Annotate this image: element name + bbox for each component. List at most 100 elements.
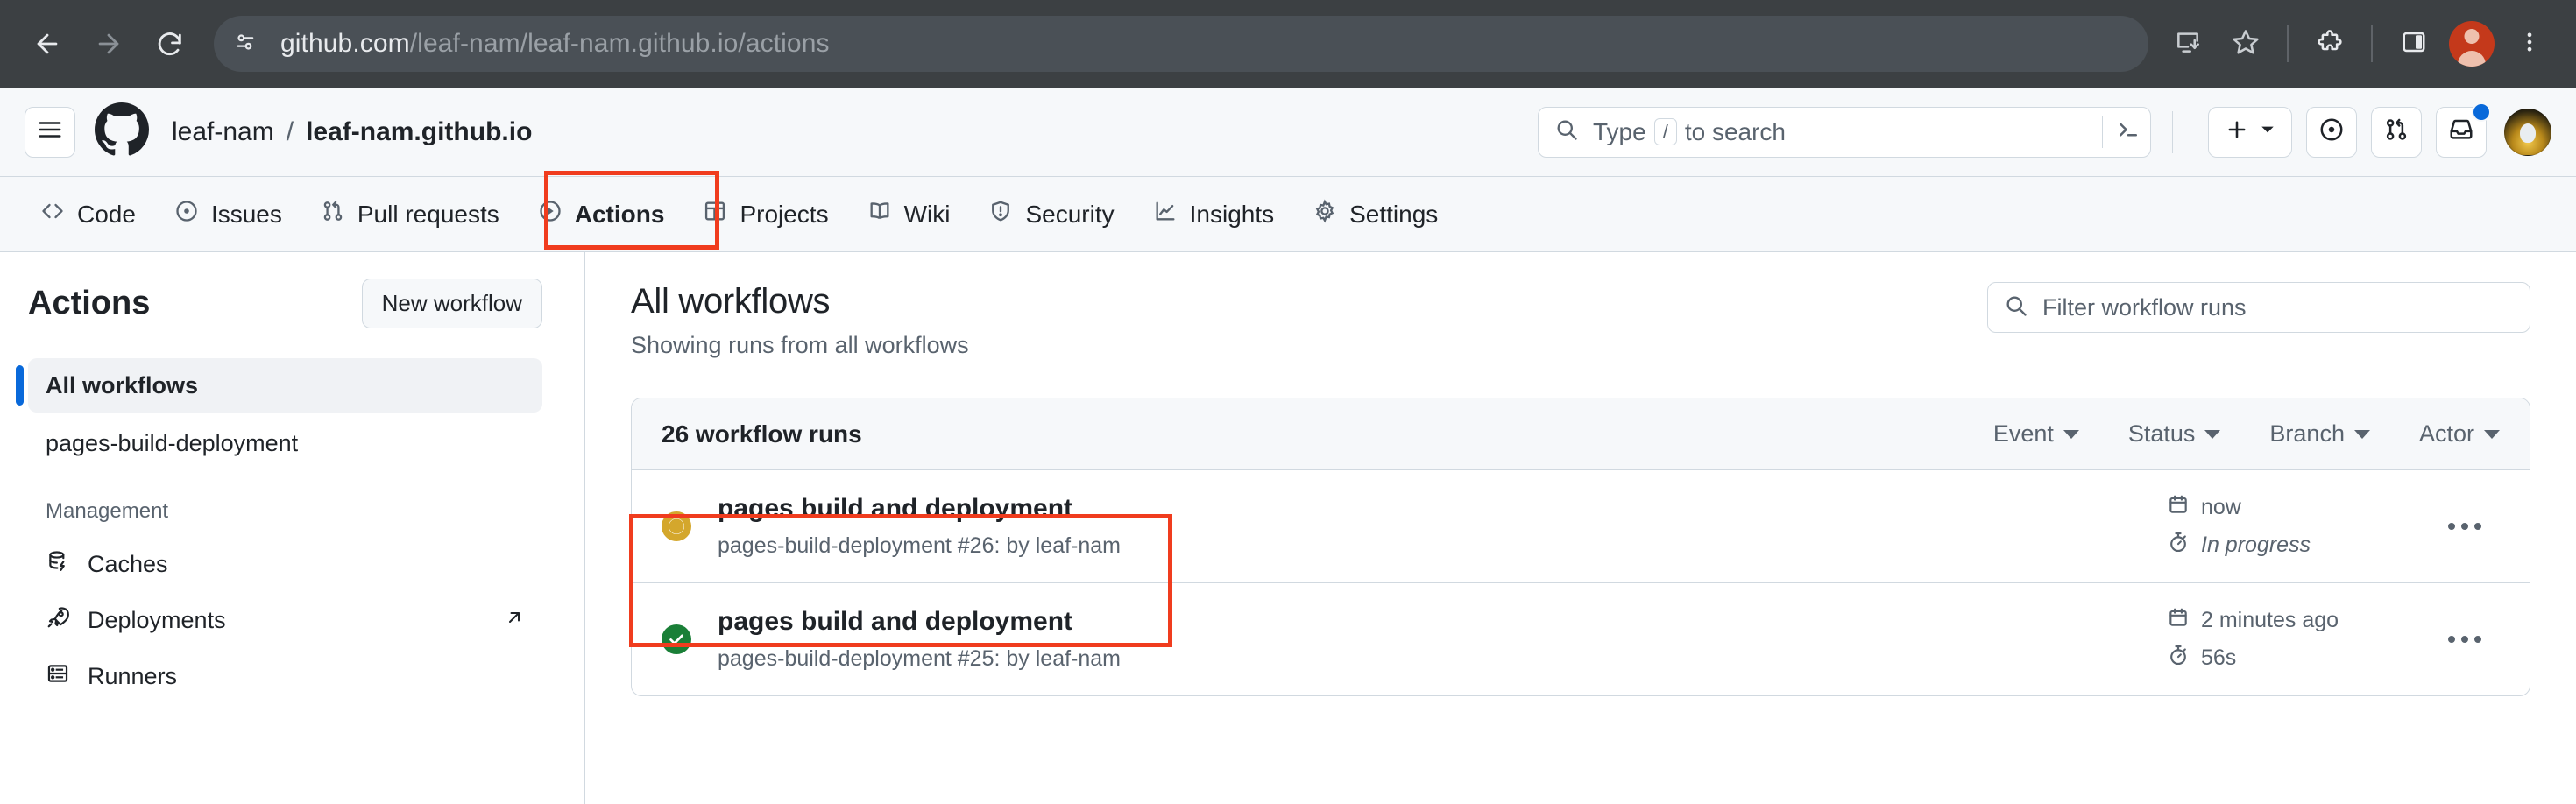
chevron-down-icon bbox=[2063, 429, 2079, 439]
tab-label: Wiki bbox=[903, 200, 951, 228]
tab-actions[interactable]: Actions bbox=[519, 177, 684, 251]
filter-label: Status bbox=[2127, 420, 2196, 447]
breadcrumb-owner[interactable]: leaf-nam bbox=[172, 117, 274, 147]
sidebar-item-deployments[interactable]: Deployments bbox=[28, 592, 542, 648]
tab-wiki[interactable]: Wiki bbox=[848, 177, 970, 251]
run-options-button[interactable] bbox=[2430, 636, 2500, 643]
browser-menu-button[interactable] bbox=[2502, 17, 2557, 71]
url-domain: github.com bbox=[280, 29, 410, 58]
table-row[interactable]: pages build and deployment pages-build-d… bbox=[632, 583, 2530, 695]
arrow-right-icon bbox=[94, 29, 124, 59]
breadcrumb-repo[interactable]: leaf-nam.github.io bbox=[306, 117, 532, 147]
plus-icon bbox=[2225, 117, 2249, 146]
notification-indicator bbox=[2472, 102, 2491, 122]
sidebar-item-pages-build-deployment[interactable]: pages-build-deployment bbox=[28, 416, 542, 470]
filter-label: Actor bbox=[2418, 420, 2474, 447]
sidebar-item-label: pages-build-deployment bbox=[46, 429, 299, 456]
tab-security[interactable]: Security bbox=[969, 177, 1133, 251]
workflow-runs-panel: 26 workflow runs Event Status Branch Act… bbox=[631, 398, 2530, 696]
new-workflow-button[interactable]: New workflow bbox=[361, 279, 542, 328]
filter-dropdown-event[interactable]: Event bbox=[1993, 420, 2079, 448]
bookmark-button[interactable] bbox=[2219, 17, 2273, 71]
issue-opened-icon bbox=[174, 199, 199, 229]
search-placeholder: Type / to search bbox=[1593, 118, 1786, 146]
tab-label: Insights bbox=[1189, 200, 1275, 228]
breadcrumb: leaf-nam / leaf-nam.github.io bbox=[172, 117, 532, 147]
create-new-button[interactable] bbox=[2208, 106, 2292, 158]
filter-workflow-runs-input[interactable]: Filter workflow runs bbox=[1987, 282, 2530, 333]
stopwatch-icon bbox=[2167, 644, 2190, 673]
reload-icon bbox=[155, 29, 185, 59]
search-divider bbox=[2102, 116, 2103, 148]
filter-dropdown-branch[interactable]: Branch bbox=[2269, 420, 2370, 448]
run-date-text: now bbox=[2201, 495, 2241, 519]
tab-projects[interactable]: Projects bbox=[683, 177, 847, 251]
site-settings-button[interactable] bbox=[223, 21, 268, 67]
check-circle-fill-icon bbox=[662, 624, 691, 654]
user-avatar[interactable] bbox=[2504, 108, 2551, 156]
tab-pull-requests[interactable]: Pull requests bbox=[301, 177, 519, 251]
command-palette-icon[interactable] bbox=[2115, 116, 2141, 147]
inbox-button[interactable] bbox=[2436, 102, 2491, 158]
chevron-down-icon bbox=[2353, 429, 2370, 439]
sidebar-item-caches[interactable]: Caches bbox=[28, 536, 542, 592]
main-content: All workflows Showing runs from all work… bbox=[585, 252, 2576, 804]
run-status bbox=[662, 624, 718, 654]
reload-button[interactable] bbox=[142, 16, 198, 72]
filter-dropdown-actor[interactable]: Actor bbox=[2419, 420, 2500, 448]
tab-issues[interactable]: Issues bbox=[155, 177, 301, 251]
filter-label: Branch bbox=[2269, 420, 2345, 447]
run-title-link[interactable]: pages build and deployment bbox=[718, 494, 1072, 524]
back-button[interactable] bbox=[19, 16, 75, 72]
tab-insights[interactable]: Insights bbox=[1134, 177, 1294, 251]
github-home-link[interactable] bbox=[95, 102, 149, 161]
chevron-down-icon bbox=[2204, 429, 2221, 439]
url-text: github.com/leaf-nam/leaf-nam.github.io/a… bbox=[280, 29, 830, 59]
table-row[interactable]: pages build and deployment pages-build-d… bbox=[632, 470, 2530, 583]
sidebar-item-runners[interactable]: Runners bbox=[28, 648, 542, 704]
run-duration: 56s bbox=[2167, 644, 2430, 673]
sidebar-item-all-workflows[interactable]: All workflows bbox=[16, 358, 542, 413]
global-search-input[interactable]: Type / to search bbox=[1538, 106, 2151, 158]
pull-requests-button[interactable] bbox=[2371, 106, 2422, 158]
install-app-button[interactable] bbox=[2161, 17, 2215, 71]
global-nav-toggle[interactable] bbox=[25, 106, 75, 158]
tab-settings[interactable]: Settings bbox=[1293, 177, 1457, 251]
run-options-button[interactable] bbox=[2430, 523, 2500, 530]
calendar-icon bbox=[2167, 606, 2190, 635]
git-pull-request-icon bbox=[321, 199, 345, 229]
sidebar-item-label: Deployments bbox=[88, 606, 226, 633]
profile-button[interactable] bbox=[2445, 17, 2499, 71]
tab-label: Pull requests bbox=[357, 200, 499, 228]
sidebar-item-label: Caches bbox=[88, 550, 168, 577]
run-info: pages build and deployment pages-build-d… bbox=[718, 607, 2167, 672]
tab-code[interactable]: Code bbox=[21, 177, 155, 251]
side-panel-button[interactable] bbox=[2387, 17, 2441, 71]
github-octocat-logo bbox=[95, 102, 149, 161]
header-divider bbox=[2172, 110, 2173, 153]
run-meta: 2 minutes ago 56s bbox=[2167, 606, 2430, 673]
side-panel-icon bbox=[2401, 29, 2427, 60]
run-duration: In progress bbox=[2167, 531, 2430, 560]
issue-opened-icon bbox=[2318, 116, 2345, 147]
run-date: 2 minutes ago bbox=[2167, 606, 2430, 635]
filter-dropdown-status[interactable]: Status bbox=[2128, 420, 2221, 448]
browser-nav-buttons bbox=[19, 16, 198, 72]
sidebar-item-label: Runners bbox=[88, 662, 178, 689]
filter-placeholder: Filter workflow runs bbox=[2042, 293, 2247, 321]
search-placeholder-before: Type bbox=[1593, 117, 1646, 145]
run-status bbox=[662, 511, 718, 541]
rocket-icon bbox=[46, 605, 70, 636]
install-app-icon bbox=[2174, 28, 2202, 60]
extensions-button[interactable] bbox=[2303, 17, 2357, 71]
issues-button[interactable] bbox=[2306, 106, 2357, 158]
run-title-link[interactable]: pages build and deployment bbox=[718, 607, 1072, 637]
page-body: Actions New workflow All workflows pages… bbox=[0, 252, 2576, 804]
run-date-text: 2 minutes ago bbox=[2201, 608, 2339, 632]
address-bar[interactable]: github.com/leaf-nam/leaf-nam.github.io/a… bbox=[214, 16, 2148, 72]
cache-icon bbox=[46, 549, 70, 580]
arrow-left-icon bbox=[32, 29, 62, 59]
sidebar-item-label: All workflows bbox=[46, 371, 199, 398]
tab-label: Projects bbox=[740, 200, 829, 228]
forward-button[interactable] bbox=[81, 16, 137, 72]
